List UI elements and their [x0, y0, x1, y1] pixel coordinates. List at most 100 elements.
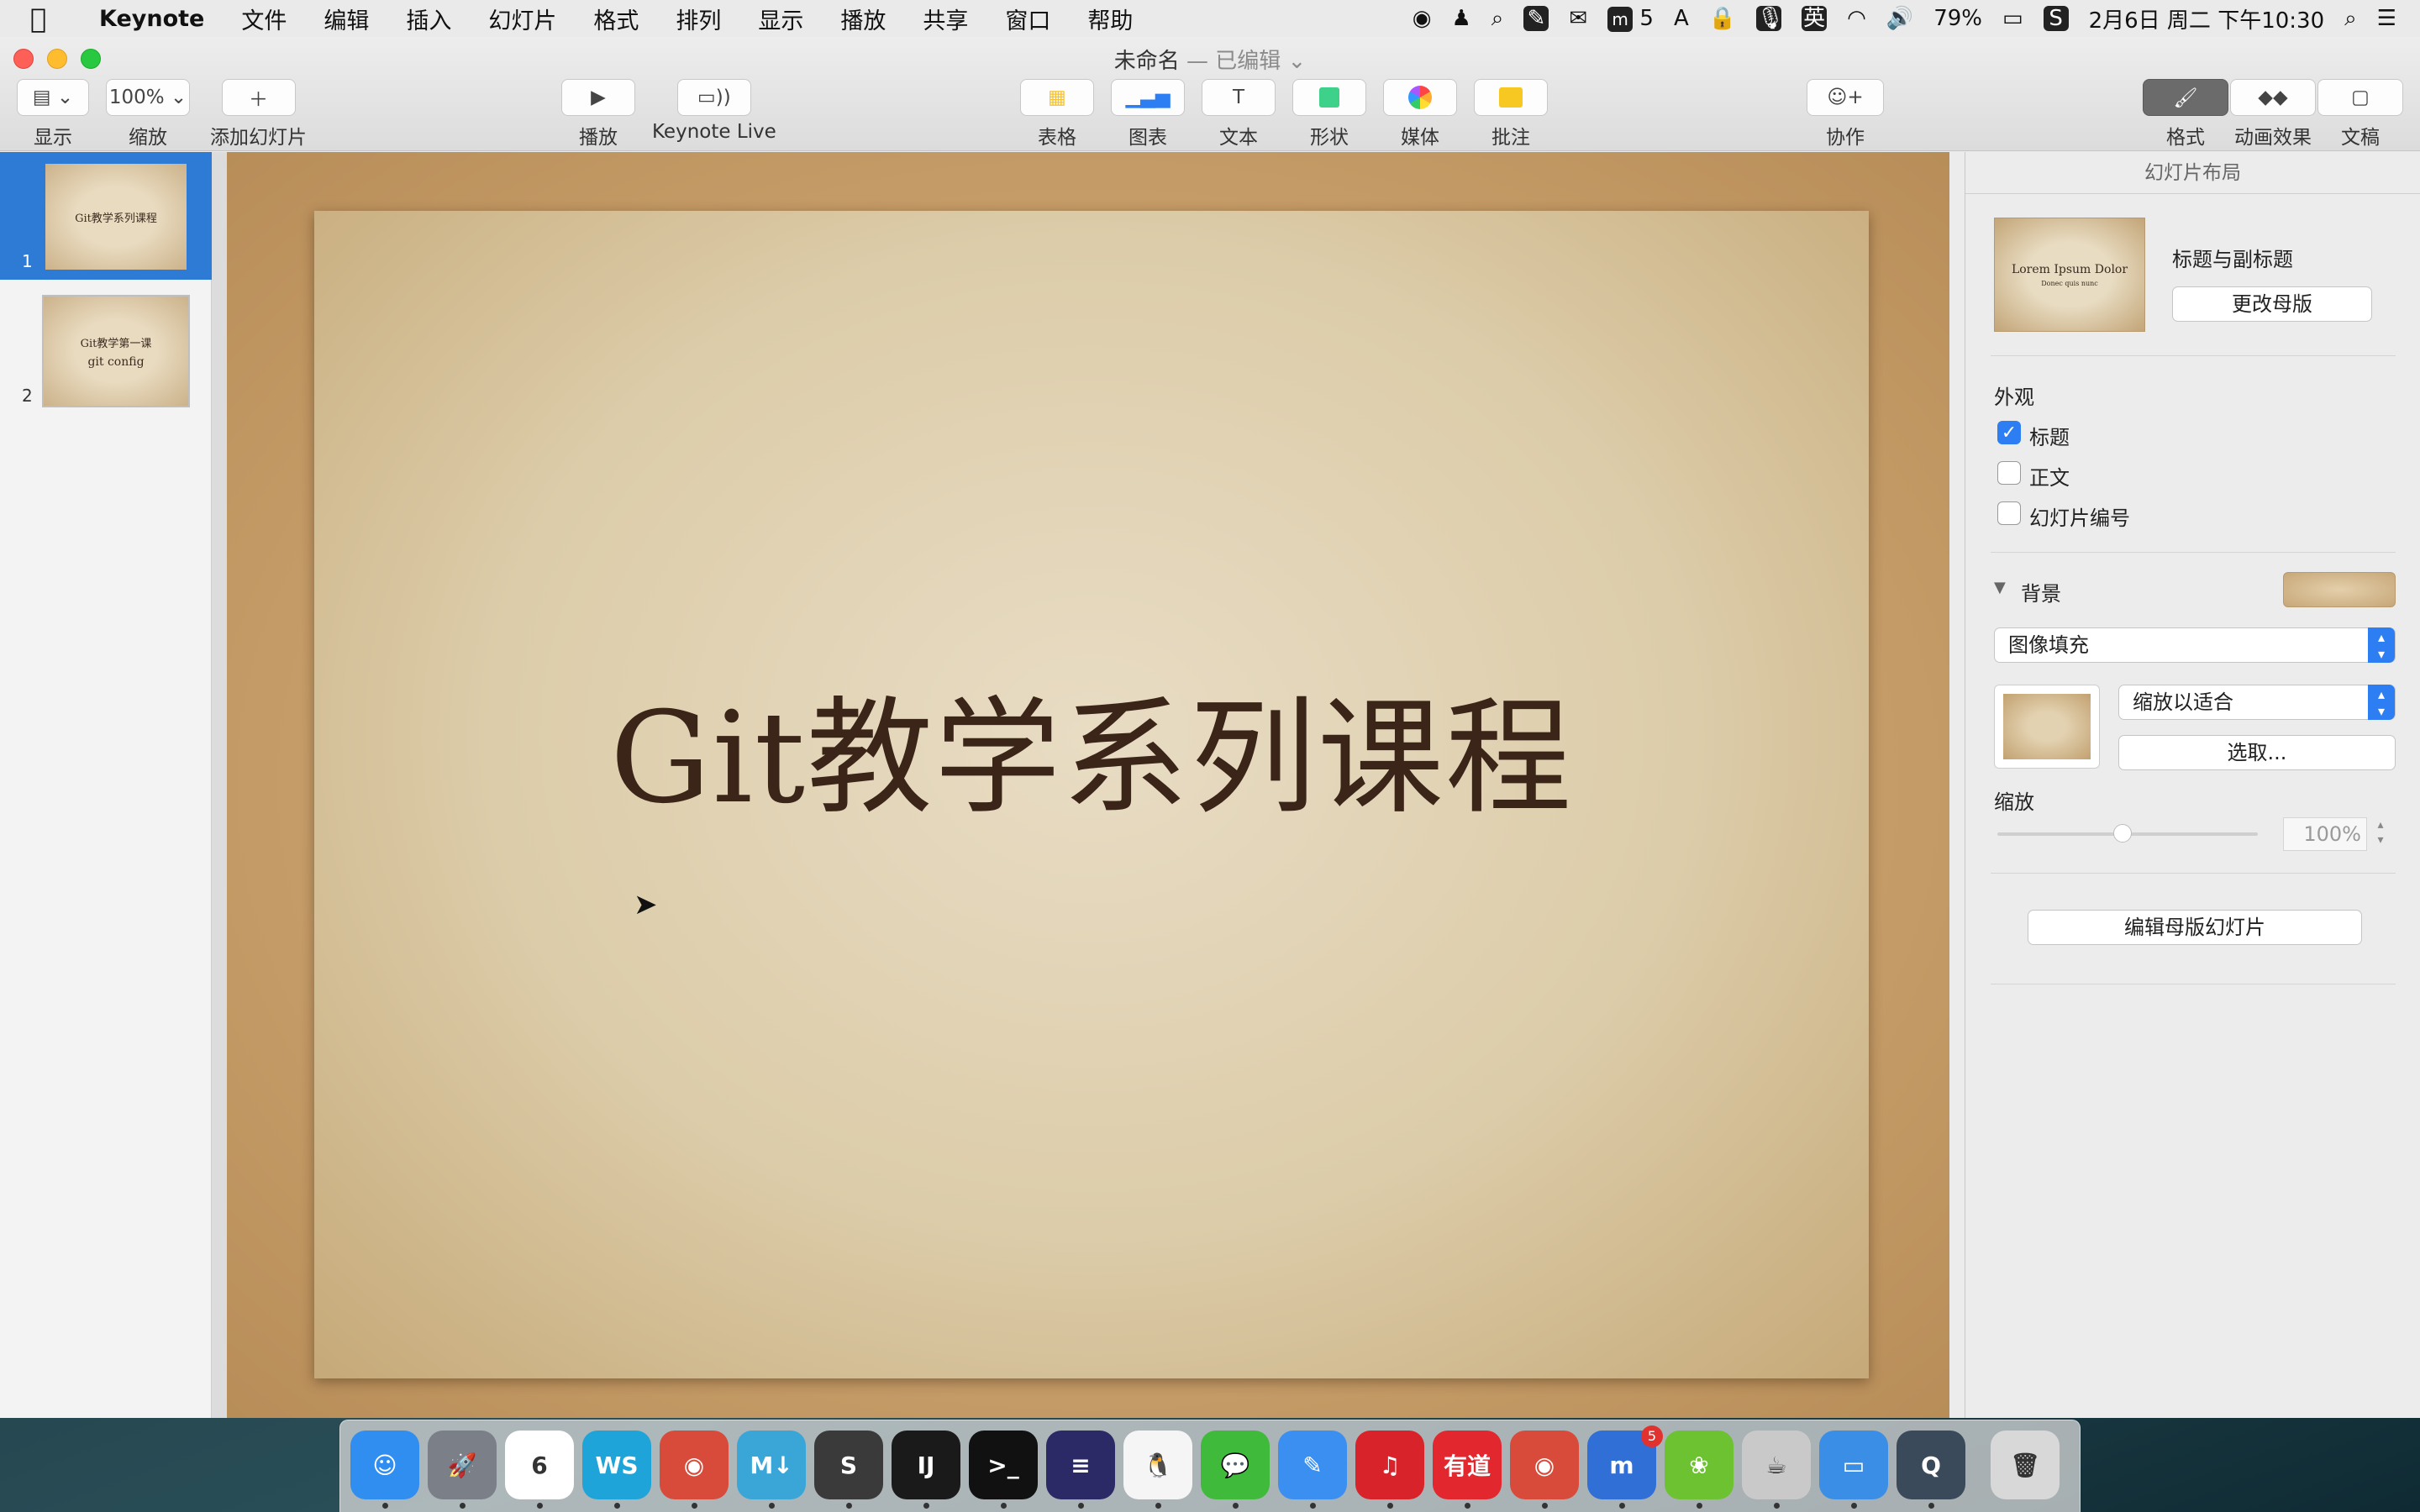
youdao-icon[interactable]: 有道	[1433, 1431, 1502, 1499]
collaborate-icon: ☺+	[1827, 87, 1864, 108]
layout-thumbnail[interactable]: Lorem Ipsum Dolor Donec quis nunc	[1994, 218, 2145, 332]
scale-value-field[interactable]: 100%	[2283, 817, 2367, 851]
menu-file[interactable]: 文件	[241, 3, 287, 35]
markdown-icon[interactable]: M↓	[737, 1431, 806, 1499]
keynote-window: 未命名 — 已编辑 ⌄ ▤ ⌄ 显示 100% ⌄ 缩放 ＋ 添加幻灯片 ▶ 播…	[0, 37, 2420, 1418]
play-button[interactable]: ▶	[561, 79, 635, 116]
clock-datetime[interactable]: 2月6日 周二 下午10:30	[2089, 3, 2325, 34]
mweb-status-count: 5	[1639, 5, 1654, 31]
running-indicator	[1928, 1503, 1934, 1509]
window-title[interactable]: 未命名 — 已编辑 ⌄	[0, 44, 2420, 75]
battery-percent[interactable]: 79%	[1933, 6, 1982, 31]
menu-insert[interactable]: 插入	[406, 3, 451, 35]
collaborate-label: 协作	[1826, 127, 1865, 149]
animate-button[interactable]: ◆◆	[2230, 79, 2316, 116]
apple-menu-icon[interactable]: 	[30, 3, 71, 34]
add-slide-button[interactable]: ＋	[221, 79, 296, 116]
document-name: 未命名	[1113, 49, 1180, 74]
wifi-icon[interactable]: ◠	[1847, 6, 1866, 31]
menu-edit[interactable]: 编辑	[324, 3, 369, 35]
wechat-status-icon[interactable]: ✉	[1569, 6, 1587, 31]
scale-slider-thumb[interactable]	[2113, 824, 2132, 843]
background-disclosure-icon[interactable]: ▼	[1994, 579, 2006, 596]
trash-icon[interactable]: 🗑	[1991, 1431, 2060, 1499]
app-menu[interactable]: Keynote	[99, 6, 204, 32]
menu-share[interactable]: 共享	[923, 3, 968, 35]
menu-play[interactable]: 播放	[840, 3, 886, 35]
image-fill-preview[interactable]	[1994, 685, 2100, 769]
paintbrush-icon: 🖌	[2173, 87, 2198, 109]
fill-type-select[interactable]: 图像填充 ▴ ▾	[1994, 627, 2396, 663]
slide-thumbnail-1[interactable]: Git教学系列课程	[42, 160, 190, 273]
menu-help[interactable]: 帮助	[1087, 3, 1133, 35]
slide-1[interactable]: Git教学系列课程	[314, 211, 1869, 1378]
keynote-live-label: Keynote Live	[652, 121, 776, 143]
collaborate-button[interactable]: ☺+	[1807, 79, 1884, 116]
keynote-icon[interactable]: ▭	[1819, 1431, 1888, 1499]
menu-view[interactable]: 显示	[758, 3, 803, 35]
quicktime-icon[interactable]: Q	[1897, 1431, 1965, 1499]
edit-master-slide-button[interactable]: 编辑母版幻灯片	[2028, 910, 2362, 945]
select-arrows-icon: ▴ ▾	[2368, 627, 2395, 663]
slide-navigator: 1 Git教学系列课程 2 Git教学第一课 git config	[0, 152, 212, 1418]
eclipse-icon[interactable]: ≡	[1046, 1431, 1115, 1499]
view-button[interactable]: ▤ ⌄	[17, 79, 89, 116]
mweb-status[interactable]: m 5	[1607, 6, 1654, 32]
launchpad-icon[interactable]: 🚀	[428, 1431, 497, 1499]
text-button[interactable]: T	[1202, 79, 1276, 116]
sublime-icon[interactable]: S	[814, 1431, 883, 1499]
record-icon[interactable]: ◉	[1413, 6, 1432, 31]
scale-stepper[interactable]: ▴ ▾	[2370, 817, 2391, 851]
terminal-icon[interactable]: >_	[969, 1431, 1038, 1499]
zoom-select[interactable]: 100% ⌄	[106, 79, 190, 116]
qq-status-icon[interactable]: ♟	[1451, 6, 1470, 31]
chrome-icon[interactable]: ◉	[660, 1431, 729, 1499]
menu-format[interactable]: 格式	[593, 3, 639, 35]
running-indicator	[1697, 1503, 1702, 1509]
evernote-icon[interactable]: ✎	[1523, 6, 1549, 31]
qq-icon[interactable]: 🐧	[1123, 1431, 1192, 1499]
chrome-2-icon[interactable]: ◉	[1510, 1431, 1579, 1499]
coffee-app-icon[interactable]: ☕	[1742, 1431, 1811, 1499]
body-checkbox[interactable]	[1997, 461, 2021, 485]
background-color-well[interactable]	[2283, 572, 2396, 607]
slide-title[interactable]: Git教学系列课程	[314, 656, 1869, 838]
document-button[interactable]: ▢	[2317, 79, 2403, 116]
spotlight-search-icon[interactable]: ⌕	[2344, 6, 2357, 32]
menu-window[interactable]: 窗口	[1005, 3, 1050, 35]
microphone-icon[interactable]: 🎙	[1756, 6, 1784, 31]
slide-canvas[interactable]: Git教学系列课程 ➤	[227, 152, 1949, 1418]
format-button[interactable]: 🖌	[2143, 79, 2228, 116]
lock-icon[interactable]: 🔒	[1709, 6, 1736, 31]
webstorm-icon[interactable]: WS	[582, 1431, 651, 1499]
netease-music-icon[interactable]: ♫	[1355, 1431, 1424, 1499]
volume-icon[interactable]: 🔊	[1886, 6, 1913, 31]
comment-button[interactable]	[1474, 79, 1548, 116]
intellij-icon[interactable]: IJ	[892, 1431, 960, 1499]
shape-button[interactable]	[1292, 79, 1366, 116]
slide-thumbnail-2[interactable]: Git教学第一课 git config	[42, 295, 190, 407]
sync-icon[interactable]: S	[2043, 6, 2069, 31]
finder-icon[interactable]: ☺	[350, 1431, 419, 1499]
choose-image-button[interactable]: 选取...	[2118, 735, 2396, 770]
menu-arrange[interactable]: 排列	[676, 3, 721, 35]
running-indicator	[769, 1503, 775, 1509]
leaf-app-icon[interactable]: ❀	[1665, 1431, 1733, 1499]
comment-label: 批注	[1491, 127, 1530, 149]
menu-slide[interactable]: 幻灯片	[488, 3, 556, 35]
wechat-icon[interactable]: 💬	[1201, 1431, 1270, 1499]
scale-mode-select[interactable]: 缩放以适合 ▴ ▾	[2118, 685, 2396, 720]
search-app-icon[interactable]: ⌕	[1491, 6, 1504, 32]
table-button[interactable]: ▦	[1020, 79, 1094, 116]
slide-number-checkbox[interactable]	[1997, 501, 2021, 525]
adobe-icon[interactable]: A	[1674, 6, 1689, 31]
pencil-app-icon[interactable]: ✎	[1278, 1431, 1347, 1499]
calendar-icon[interactable]: 6	[505, 1431, 574, 1499]
chart-button[interactable]: ▁▃▅	[1111, 79, 1185, 116]
title-checkbox[interactable]: ✓	[1997, 421, 2021, 444]
keynote-live-button[interactable]: ▭))	[676, 79, 751, 116]
notification-center-icon[interactable]: ☰	[2377, 6, 2396, 31]
change-master-button[interactable]: 更改母版	[2172, 286, 2372, 322]
media-button[interactable]	[1383, 79, 1457, 116]
input-method-indicator[interactable]: 英	[1802, 6, 1828, 31]
